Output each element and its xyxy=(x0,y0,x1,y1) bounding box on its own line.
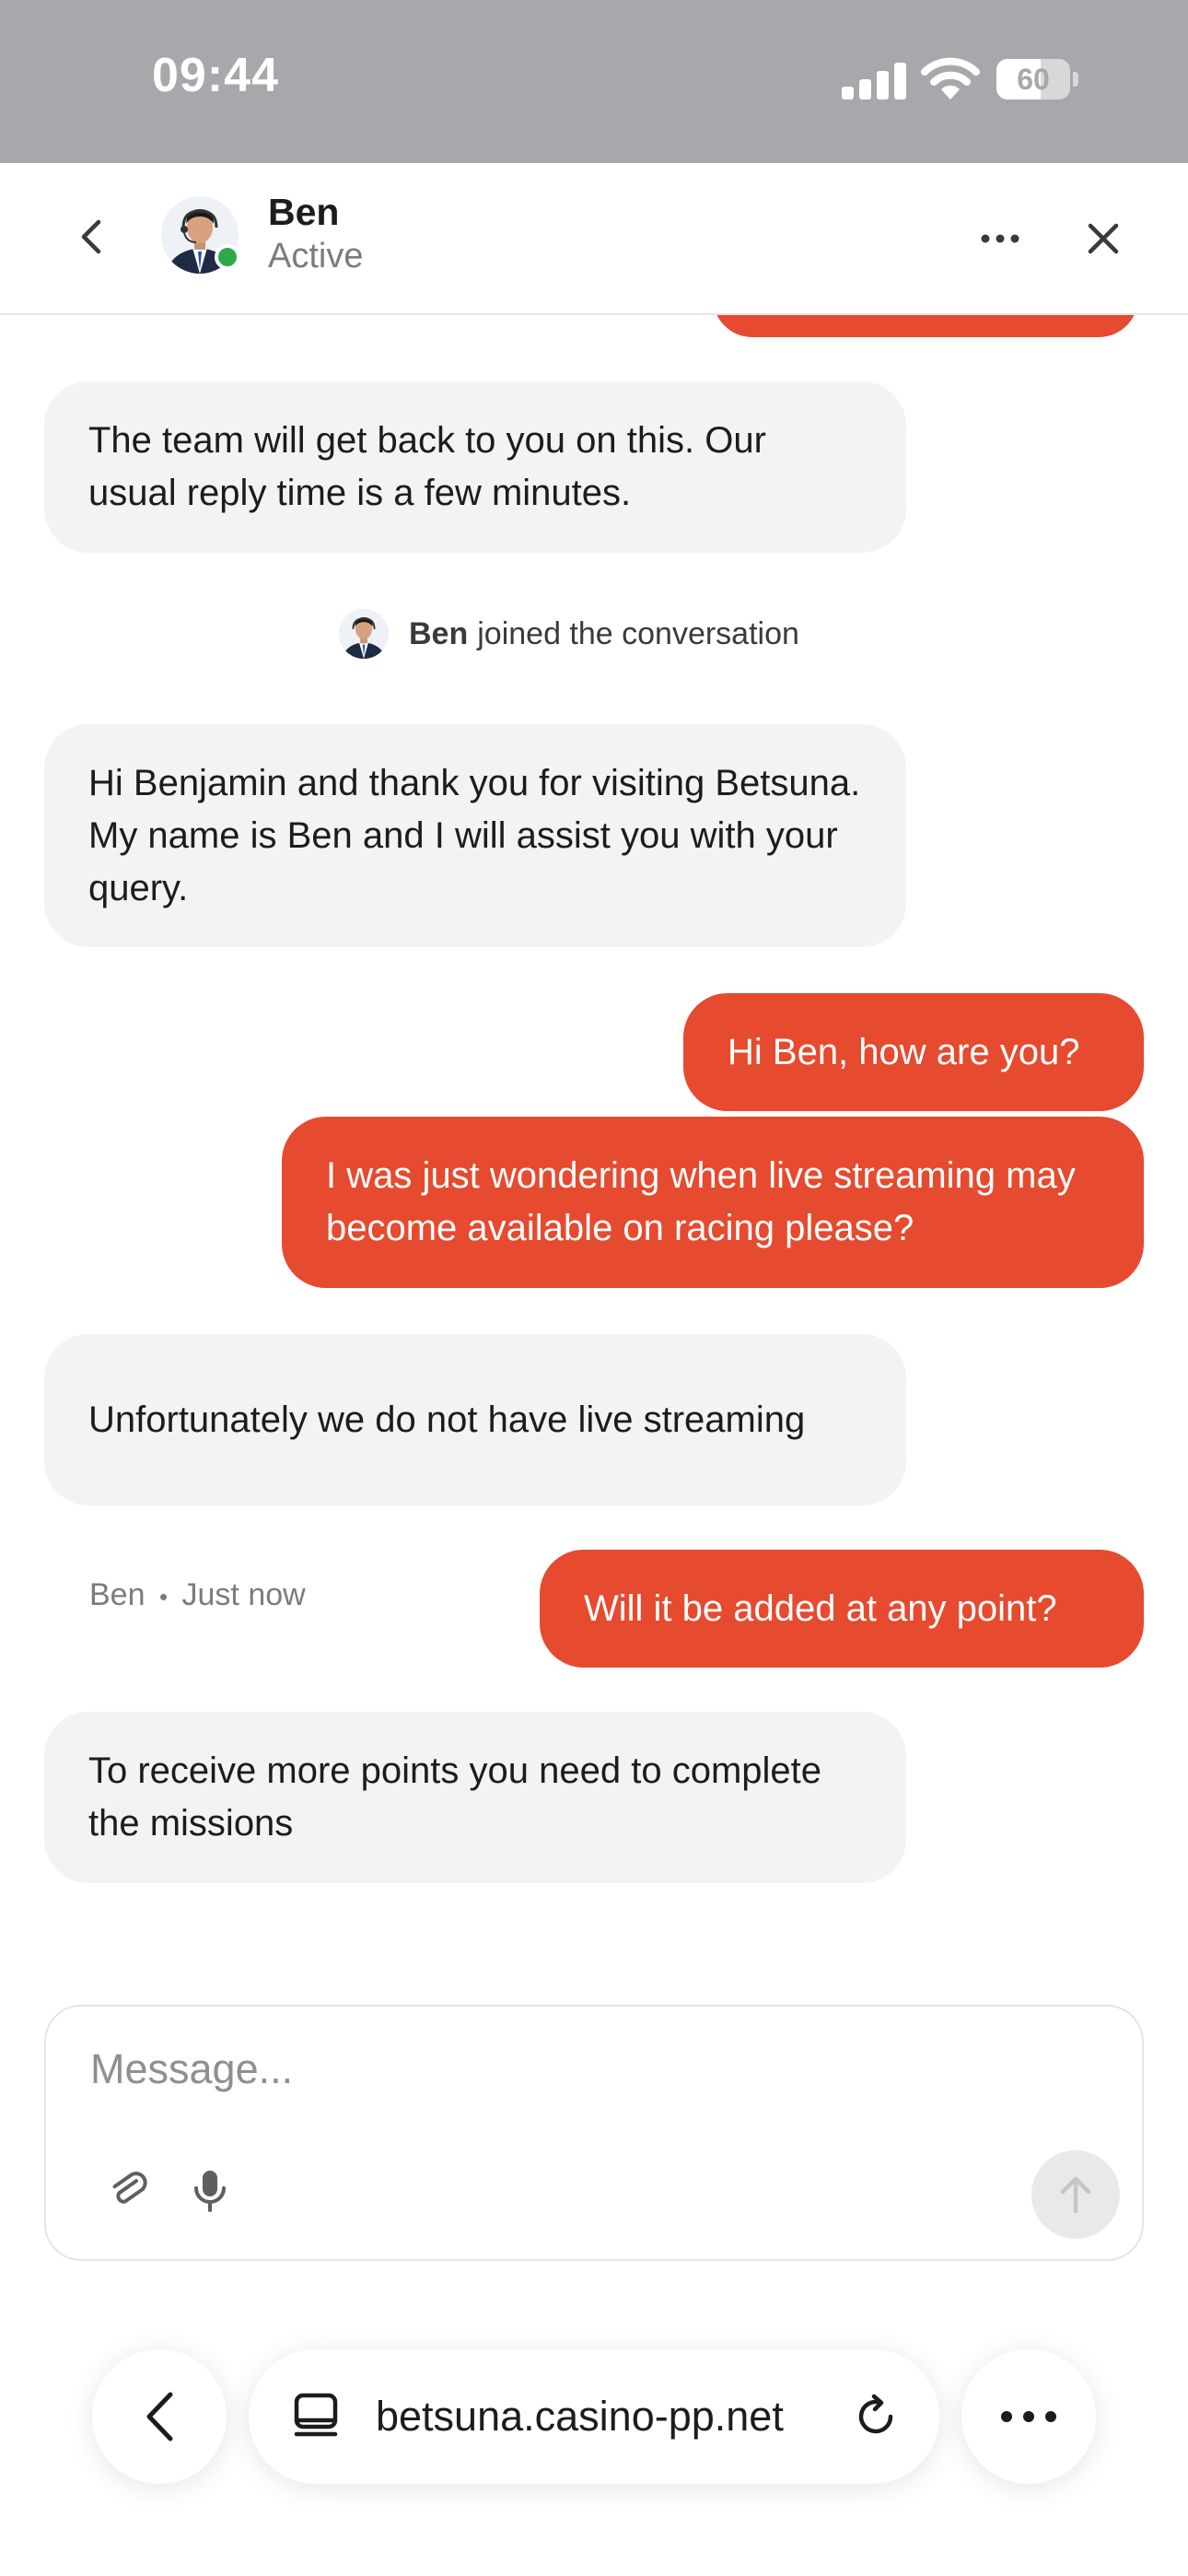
agent-avatar xyxy=(161,196,240,274)
battery-level: 60 xyxy=(1017,63,1050,96)
message-meta: Ben • Just now xyxy=(89,1577,306,1613)
agent-message: The team will get back to you on this. O… xyxy=(44,381,906,553)
attach-button[interactable] xyxy=(103,2165,155,2217)
message-list[interactable]: The team will get back to you on this. O… xyxy=(0,313,1188,1916)
agent-name: Ben xyxy=(268,191,340,233)
meta-time: Just now xyxy=(181,1577,306,1612)
chevron-left-icon xyxy=(81,219,101,254)
meta-author: Ben xyxy=(89,1577,146,1612)
system-author: Ben xyxy=(409,615,469,651)
chevron-left-icon xyxy=(146,2392,173,2441)
arrow-up-icon xyxy=(1060,2176,1091,2214)
url-text: betsuna.casino-pp.net xyxy=(376,2393,784,2440)
avatar xyxy=(339,609,389,659)
microphone-icon xyxy=(194,2171,226,2212)
system-joined-message: Ben joined the conversation xyxy=(339,606,799,662)
address-bar[interactable]: betsuna.casino-pp.net xyxy=(249,2349,939,2484)
browser-toolbar: betsuna.casino-pp.net xyxy=(0,2303,1188,2576)
more-options-button[interactable] xyxy=(974,213,1026,264)
message-composer xyxy=(44,2005,1144,2261)
close-chat-button[interactable] xyxy=(1077,213,1129,264)
online-indicator xyxy=(215,244,240,270)
meta-separator: • xyxy=(158,1582,169,1610)
battery-icon: 60 xyxy=(996,59,1079,100)
microphone-button[interactable] xyxy=(184,2165,236,2217)
cellular-signal-icon xyxy=(842,61,906,100)
back-button[interactable] xyxy=(64,207,116,266)
previous-user-message xyxy=(713,313,1138,337)
agent-message: Unfortunately we do not have live stream… xyxy=(44,1334,906,1505)
status-bar: 09:44 60 xyxy=(0,0,1188,163)
wifi-icon xyxy=(921,57,980,101)
chat-header: Ben Active xyxy=(0,163,1188,315)
reload-icon xyxy=(858,2394,893,2434)
user-message: Hi Ben, how are you? xyxy=(683,993,1144,1111)
system-text: joined the conversation xyxy=(477,615,799,651)
agent-message: Hi Benjamin and thank you for visiting B… xyxy=(44,724,906,947)
message-input[interactable] xyxy=(90,2032,1011,2106)
browser-more-button[interactable] xyxy=(961,2349,1096,2484)
agent-status: Active xyxy=(268,237,364,275)
paperclip-icon xyxy=(112,2172,147,2204)
more-horizontal-icon xyxy=(981,234,1019,243)
status-time: 09:44 xyxy=(152,49,279,102)
browser-back-button[interactable] xyxy=(92,2349,227,2484)
send-button[interactable] xyxy=(1031,2150,1120,2239)
more-horizontal-icon xyxy=(1001,2411,1056,2422)
user-message: I was just wondering when live streaming… xyxy=(282,1117,1144,1288)
user-message: Will it be added at any point? xyxy=(540,1550,1144,1668)
agent-message: To receive more points you need to compl… xyxy=(44,1712,906,1883)
tab-icon[interactable] xyxy=(289,2390,343,2443)
close-icon xyxy=(1088,223,1119,254)
reload-button[interactable] xyxy=(849,2390,903,2443)
